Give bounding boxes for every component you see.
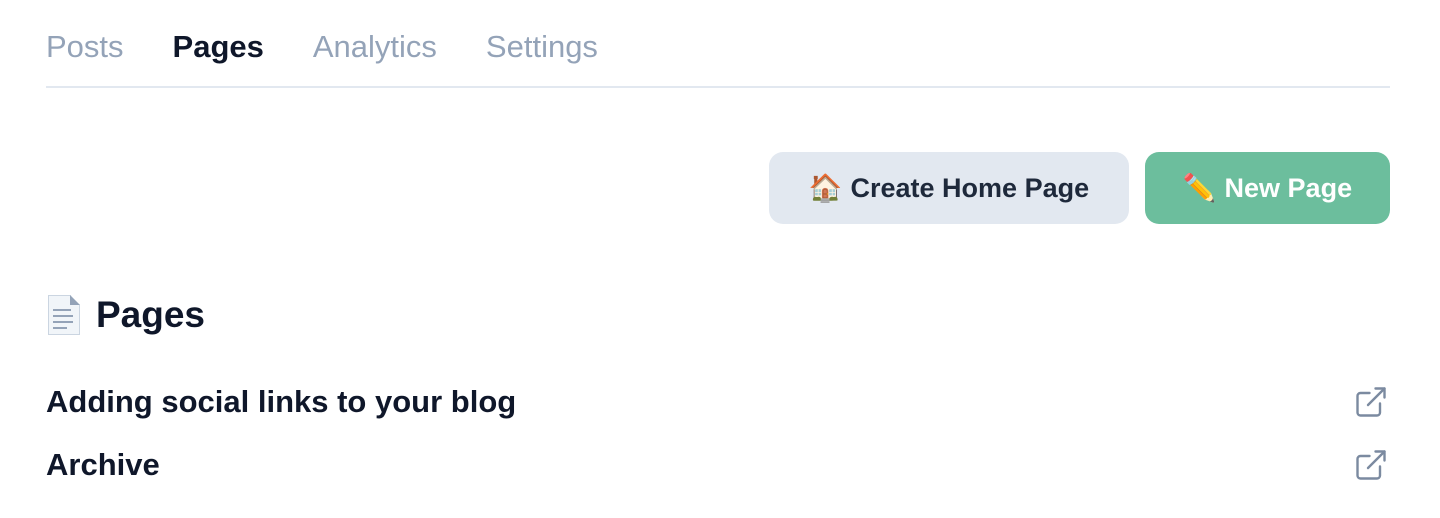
page-title-link[interactable]: Adding social links to your blog <box>46 384 516 420</box>
new-page-label: New Page <box>1224 172 1353 203</box>
external-link-icon[interactable] <box>1352 383 1390 421</box>
page-title-link[interactable]: Archive <box>46 447 160 483</box>
page-actions: 🏠 Create Home Page ✏️ New Page <box>769 152 1390 224</box>
page-document-icon <box>46 293 84 337</box>
pages-dashboard: Posts Pages Analytics Settings 🏠 Create … <box>0 0 1440 518</box>
list-item: Archive <box>46 433 1390 496</box>
pages-list: Adding social links to your blog Archive <box>46 370 1390 496</box>
pages-section-heading: Pages <box>46 292 205 338</box>
list-item: Adding social links to your blog <box>46 370 1390 433</box>
external-link-icon[interactable] <box>1352 446 1390 484</box>
tab-posts[interactable]: Posts <box>46 28 124 66</box>
tab-settings[interactable]: Settings <box>486 28 598 66</box>
house-emoji-icon: 🏠 <box>808 173 843 204</box>
create-home-page-button[interactable]: 🏠 Create Home Page <box>769 152 1129 224</box>
new-page-button[interactable]: ✏️ New Page <box>1145 152 1390 224</box>
create-home-page-label: Create Home Page <box>850 172 1090 203</box>
pencil-emoji-icon: ✏️ <box>1182 173 1217 204</box>
tab-bar: Posts Pages Analytics Settings <box>46 0 1390 88</box>
tab-pages[interactable]: Pages <box>173 28 264 66</box>
section-title: Pages <box>96 294 206 335</box>
tab-analytics[interactable]: Analytics <box>313 28 437 66</box>
